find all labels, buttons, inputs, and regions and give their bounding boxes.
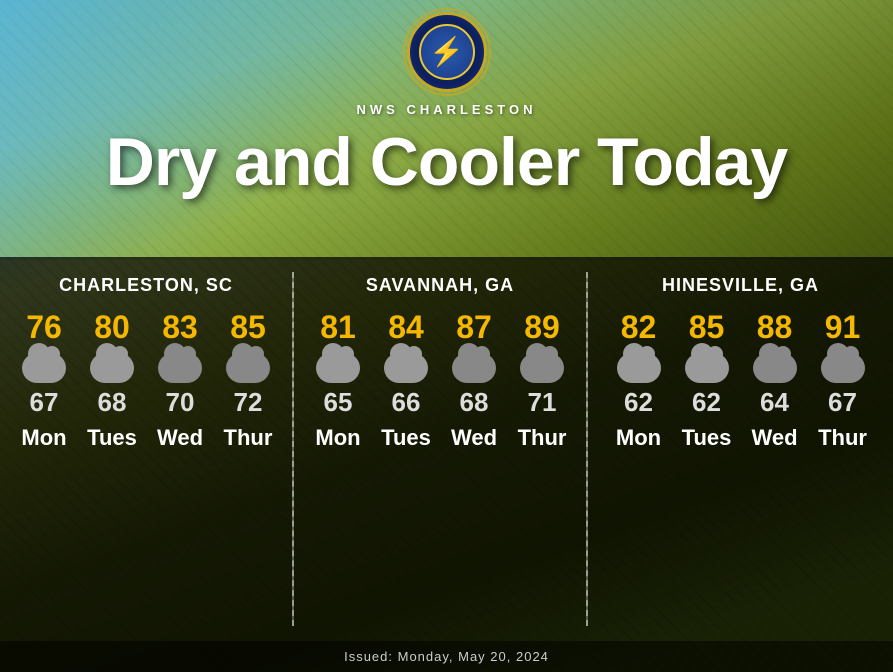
city-name-0: CHARLESTON, SC	[59, 275, 233, 296]
top-section: ⚡ NWS CHARLESTON Dry and Cooler Today	[0, 0, 893, 260]
temp-low: 70	[166, 389, 195, 415]
temp-high: 81	[320, 311, 356, 343]
day-col: 80 68 Tues	[82, 311, 142, 451]
day-label: Thur	[224, 425, 273, 451]
temp-low: 65	[324, 389, 353, 415]
day-col: 87 68 Wed	[444, 311, 504, 451]
temp-low: 68	[98, 389, 127, 415]
temp-low: 62	[692, 389, 721, 415]
cloud-icon	[617, 353, 661, 383]
day-label: Tues	[682, 425, 732, 451]
days-grid-0: 76 67 Mon 80 68 Tues 83 70 Wed 85 72 Thur	[10, 311, 282, 451]
temp-high: 83	[162, 311, 198, 343]
cloud-icon	[520, 353, 564, 383]
day-col: 84 66 Tues	[376, 311, 436, 451]
temp-low: 64	[760, 389, 789, 415]
temp-high: 91	[825, 311, 861, 343]
city-name-2: HINESVILLE, GA	[662, 275, 819, 296]
cities-row: CHARLESTON, SC 76 67 Mon 80 68 Tues 83 70 Wed 85 72…	[0, 257, 893, 641]
temp-high: 85	[689, 311, 725, 343]
day-label: Mon	[616, 425, 661, 451]
temp-low: 66	[392, 389, 421, 415]
city-block-0: CHARLESTON, SC 76 67 Mon 80 68 Tues 83 70 Wed 85 72…	[0, 257, 292, 641]
temp-high: 80	[94, 311, 130, 343]
temp-high: 88	[757, 311, 793, 343]
temp-high: 87	[456, 311, 492, 343]
cloud-icon	[753, 353, 797, 383]
cloud-icon	[22, 353, 66, 383]
day-col: 81 65 Mon	[308, 311, 368, 451]
cloud-icon	[90, 353, 134, 383]
cloud-icon	[821, 353, 865, 383]
bottom-section: CHARLESTON, SC 76 67 Mon 80 68 Tues 83 70 Wed 85 72…	[0, 257, 893, 672]
temp-low: 72	[234, 389, 263, 415]
day-col: 83 70 Wed	[150, 311, 210, 451]
day-col: 85 72 Thur	[218, 311, 278, 451]
day-col: 88 64 Wed	[745, 311, 805, 451]
city-block-2: HINESVILLE, GA82 62 Mon 85 62 Tues 88 64 Wed 91 67…	[588, 257, 893, 641]
day-label: Tues	[87, 425, 137, 451]
day-label: Wed	[451, 425, 497, 451]
cloud-icon	[384, 353, 428, 383]
main-title: Dry and Cooler Today	[106, 125, 788, 200]
day-label: Wed	[157, 425, 203, 451]
nws-logo: ⚡	[407, 12, 487, 92]
temp-low: 67	[30, 389, 59, 415]
city-block-1: SAVANNAH, GA 81 65 Mon 84 66 Tues 87 68 Wed 89 71 Th…	[294, 257, 586, 641]
day-col: 82 62 Mon	[609, 311, 669, 451]
cloud-icon	[685, 353, 729, 383]
temp-high: 85	[230, 311, 266, 343]
temp-high: 76	[26, 311, 62, 343]
issued-bar: Issued: Monday, May 20, 2024	[0, 641, 893, 672]
cloud-icon	[226, 353, 270, 383]
lightning-icon: ⚡	[429, 38, 464, 66]
cloud-icon	[316, 353, 360, 383]
day-label: Thur	[818, 425, 867, 451]
temp-high: 84	[388, 311, 424, 343]
temp-low: 62	[624, 389, 653, 415]
day-col: 89 71 Thur	[512, 311, 572, 451]
day-label: Mon	[21, 425, 66, 451]
temp-low: 68	[460, 389, 489, 415]
days-grid-2: 82 62 Mon 85 62 Tues 88 64 Wed 91 67 Thur	[598, 311, 883, 451]
day-label: Thur	[518, 425, 567, 451]
day-label: Mon	[315, 425, 360, 451]
temp-high: 89	[524, 311, 560, 343]
day-col: 85 62 Tues	[677, 311, 737, 451]
city-name-1: SAVANNAH, GA	[366, 275, 514, 296]
issued-text: Issued: Monday, May 20, 2024	[344, 649, 549, 664]
cloud-icon	[158, 353, 202, 383]
day-col: 76 67 Mon	[14, 311, 74, 451]
day-label: Tues	[381, 425, 431, 451]
day-col: 91 67 Thur	[813, 311, 873, 451]
temp-low: 71	[528, 389, 557, 415]
days-grid-1: 81 65 Mon 84 66 Tues 87 68 Wed 89 71 Thur	[304, 311, 576, 451]
cloud-icon	[452, 353, 496, 383]
temp-low: 67	[828, 389, 857, 415]
temp-high: 82	[621, 311, 657, 343]
service-label: NWS CHARLESTON	[357, 102, 537, 117]
day-label: Wed	[751, 425, 797, 451]
